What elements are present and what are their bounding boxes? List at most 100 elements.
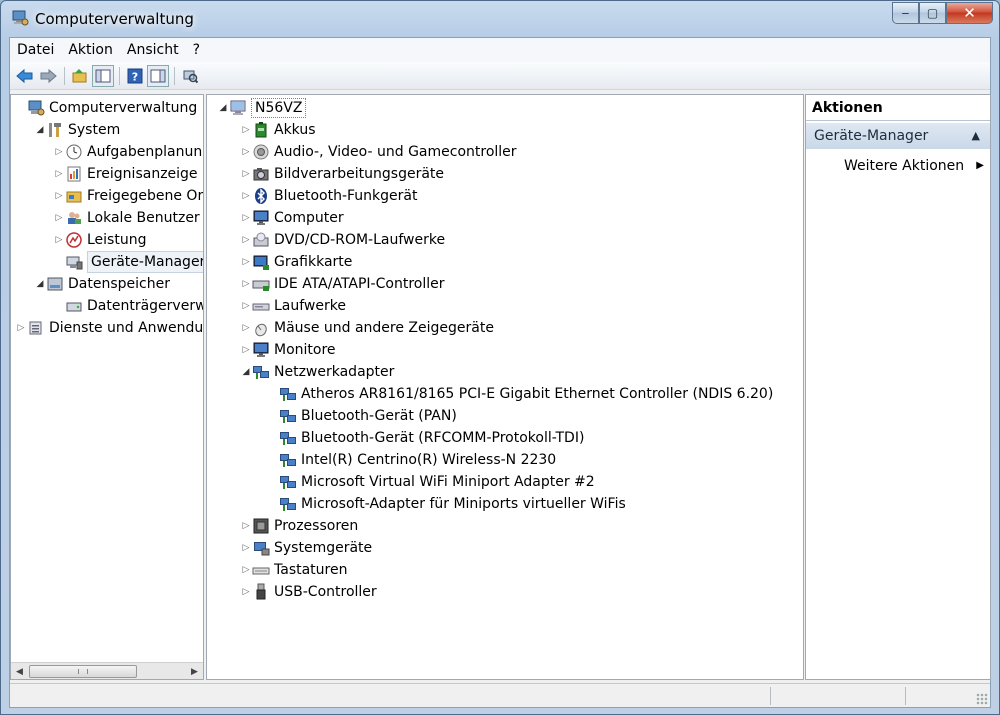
- device-category[interactable]: ▷ Bluetooth-Funkgerät: [240, 185, 417, 207]
- collapse-up-icon[interactable]: ▲: [972, 123, 980, 149]
- device-item[interactable]: Microsoft-Adapter für Miniports virtuell…: [279, 493, 626, 515]
- device-tree-root[interactable]: ◢ N56VZ: [217, 97, 307, 119]
- computer-management-icon: [27, 99, 45, 117]
- collapsed-arrow-icon[interactable]: ▷: [240, 119, 252, 141]
- console-tree-label: Computerverwaltung (Lo: [49, 100, 203, 116]
- up-icon[interactable]: [69, 65, 91, 87]
- network-adapter-icon: [279, 451, 297, 469]
- console-tree-item[interactable]: ▷ Ereignisanzeige: [53, 163, 198, 185]
- collapsed-arrow-icon[interactable]: ▷: [240, 273, 252, 295]
- console-tree-item[interactable]: ◢ System: [34, 119, 121, 141]
- device-manager-icon: [65, 253, 83, 271]
- properties-icon[interactable]: [147, 64, 169, 87]
- collapsed-arrow-icon[interactable]: ▷: [240, 295, 252, 317]
- minimize-button[interactable]: ‒: [892, 2, 919, 24]
- console-tree-item[interactable]: ▷ Lokale Benutzer un: [53, 207, 203, 229]
- device-category[interactable]: ▷ Laufwerke: [240, 295, 346, 317]
- device-category[interactable]: ▷ Grafikkarte: [240, 251, 352, 273]
- device-category[interactable]: ▷ Audio-, Video- und Gamecontroller: [240, 141, 517, 163]
- speaker-icon: [252, 143, 270, 161]
- resize-grip-icon[interactable]: [976, 693, 988, 705]
- console-tree-item[interactable]: ▷ Aufgabenplanung: [53, 141, 204, 163]
- expanded-arrow-icon[interactable]: ◢: [34, 119, 46, 141]
- device-category[interactable]: ◢ Netzwerkadapter: [240, 361, 395, 383]
- collapsed-arrow-icon[interactable]: ▷: [15, 317, 27, 339]
- collapsed-arrow-icon[interactable]: ▷: [53, 229, 65, 251]
- device-category[interactable]: ▷ Mäuse und andere Zeigegeräte: [240, 317, 494, 339]
- console-tree-label: Aufgabenplanung: [87, 144, 204, 160]
- menu-help[interactable]: ?: [186, 38, 207, 62]
- ide-controller-icon: [252, 275, 270, 293]
- device-tree-pane: ◢ N56VZ ▷ Akkus ▷ Audio-, Video- und Gamecont…: [206, 94, 804, 680]
- device-item[interactable]: Bluetooth-Gerät (RFCOMM-Protokoll-TDI): [279, 427, 584, 449]
- collapsed-arrow-icon[interactable]: ▷: [240, 185, 252, 207]
- back-icon[interactable]: [14, 65, 36, 87]
- collapsed-arrow-icon[interactable]: ▷: [240, 207, 252, 229]
- device-tree-root-label: N56VZ: [251, 98, 307, 118]
- collapsed-arrow-icon[interactable]: ▷: [240, 537, 252, 559]
- device-category[interactable]: ▷ Systemgeräte: [240, 537, 373, 559]
- console-tree-item[interactable]: ▷ Freigegebene Ordn: [53, 185, 203, 207]
- menu-aktion[interactable]: Aktion: [61, 38, 120, 62]
- collapsed-arrow-icon[interactable]: ▷: [240, 317, 252, 339]
- device-item[interactable]: Intel(R) Centrino(R) Wireless-N 2230: [279, 449, 556, 471]
- collapsed-arrow-icon[interactable]: ▷: [53, 207, 65, 229]
- device-category[interactable]: ▷ Tastaturen: [240, 559, 348, 581]
- scan-hardware-icon[interactable]: [179, 65, 201, 87]
- maximize-button[interactable]: ▢: [919, 2, 946, 24]
- device-category[interactable]: ▷ Prozessoren: [240, 515, 359, 537]
- device-item[interactable]: Bluetooth-Gerät (PAN): [279, 405, 457, 427]
- collapsed-arrow-icon[interactable]: ▷: [53, 185, 65, 207]
- expanded-arrow-icon[interactable]: ◢: [240, 361, 252, 383]
- expanded-arrow-icon[interactable]: ◢: [34, 273, 46, 295]
- device-category[interactable]: ▷ Bildverarbeitungsgeräte: [240, 163, 444, 185]
- toolbar-separator: [174, 66, 175, 85]
- console-tree-item[interactable]: Geräte-Manager: [53, 251, 203, 273]
- device-item-label: Atheros AR8161/8165 PCI-E Gigabit Ethern…: [301, 386, 774, 402]
- close-button[interactable]: ✕: [946, 2, 993, 24]
- actions-group-device-manager[interactable]: Geräte-Manager ▲: [806, 123, 990, 149]
- device-category[interactable]: ▷ Monitore: [240, 339, 336, 361]
- collapsed-arrow-icon[interactable]: ▷: [240, 251, 252, 273]
- console-tree-item[interactable]: ▷ Leistung: [53, 229, 147, 251]
- users-icon: [65, 209, 83, 227]
- device-category[interactable]: ▷ USB-Controller: [240, 581, 377, 603]
- collapsed-arrow-icon[interactable]: ▷: [240, 229, 252, 251]
- console-tree-item[interactable]: Computerverwaltung (Lo: [15, 97, 203, 119]
- collapsed-arrow-icon[interactable]: ▷: [240, 339, 252, 361]
- collapsed-arrow-icon[interactable]: ▷: [240, 163, 252, 185]
- collapsed-arrow-icon[interactable]: ▷: [240, 515, 252, 537]
- menu-datei[interactable]: Datei: [10, 38, 61, 62]
- forward-icon[interactable]: [37, 65, 59, 87]
- console-tree-item[interactable]: ◢ Datenspeicher: [34, 273, 170, 295]
- device-category[interactable]: ▷ DVD/CD-ROM-Laufwerke: [240, 229, 446, 251]
- collapsed-arrow-icon[interactable]: ▷: [240, 581, 252, 603]
- show-hide-console-tree-icon[interactable]: [92, 64, 114, 87]
- device-category[interactable]: ▷ Computer: [240, 207, 344, 229]
- scroll-left-icon[interactable]: ◀: [11, 663, 28, 679]
- scroll-right-icon[interactable]: ▶: [186, 663, 203, 679]
- system-devices-icon: [252, 539, 270, 557]
- storage-icon: [46, 275, 64, 293]
- device-item[interactable]: Microsoft Virtual WiFi Miniport Adapter …: [279, 471, 595, 493]
- help-icon[interactable]: ?: [124, 65, 146, 87]
- device-category[interactable]: ▷ Akkus: [240, 119, 316, 141]
- scroll-thumb[interactable]: [29, 665, 137, 678]
- collapsed-arrow-icon[interactable]: ▷: [53, 141, 65, 163]
- grip-icon: [78, 669, 88, 674]
- device-item[interactable]: Atheros AR8161/8165 PCI-E Gigabit Ethern…: [279, 383, 773, 405]
- battery-icon: [252, 121, 270, 139]
- dvd-drive-icon: [252, 231, 270, 249]
- device-category[interactable]: ▷ IDE ATA/ATAPI-Controller: [240, 273, 445, 295]
- title-bar[interactable]: Computerverwaltung ‒ ▢ ✕: [1, 1, 999, 37]
- console-tree-item[interactable]: ▷ Dienste und Anwendu: [15, 317, 203, 339]
- horizontal-scrollbar[interactable]: ◀ ▶: [11, 662, 203, 679]
- performance-icon: [65, 231, 83, 249]
- collapsed-arrow-icon[interactable]: ▷: [53, 163, 65, 185]
- menu-ansicht[interactable]: Ansicht: [120, 38, 186, 62]
- collapsed-arrow-icon[interactable]: ▷: [240, 141, 252, 163]
- collapsed-arrow-icon[interactable]: ▷: [240, 559, 252, 581]
- console-tree-item[interactable]: Datenträgerverwalt: [53, 295, 203, 317]
- expanded-arrow-icon[interactable]: ◢: [217, 97, 229, 119]
- more-actions-item[interactable]: Weitere Aktionen ▶: [844, 155, 990, 177]
